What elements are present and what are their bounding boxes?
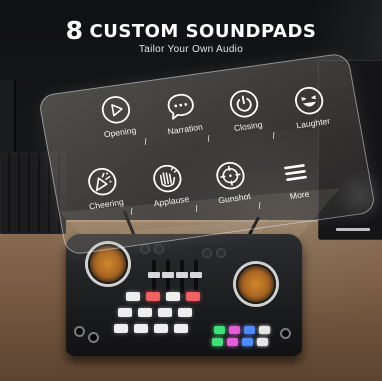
channel-fader <box>190 260 202 294</box>
channel-fader <box>148 260 160 294</box>
mixer-knob <box>154 244 164 254</box>
soundpad-key <box>114 324 128 333</box>
mixer-knob <box>140 244 150 254</box>
soundpad-key <box>138 308 152 317</box>
soundpad-key <box>158 308 172 317</box>
channel-fader <box>176 260 188 294</box>
power-icon <box>229 90 259 118</box>
soundpad-key <box>126 292 140 301</box>
effect-pad <box>257 338 268 346</box>
soundpad-key <box>174 324 188 333</box>
soundpad-key <box>166 292 180 301</box>
right-jog-wheel <box>236 264 276 304</box>
input-jack <box>90 334 97 341</box>
effect-pad <box>212 338 223 346</box>
soundpad-key <box>186 292 200 301</box>
speech-bubble-icon <box>167 93 194 120</box>
party-popper-icon <box>88 168 117 196</box>
input-jack <box>282 330 289 337</box>
headline: 8 CUSTOM SOUNDPADS <box>0 16 382 45</box>
clapping-hands-icon <box>153 164 182 193</box>
laughing-face-icon <box>295 86 324 115</box>
soundpad-key <box>178 308 192 317</box>
subheadline: Tailor Your Own Audio <box>138 44 244 55</box>
mixer-knob <box>216 248 226 258</box>
soundpad-key <box>154 324 168 333</box>
headline-number: 8 <box>65 16 84 45</box>
soundpad-key <box>134 324 148 333</box>
effect-pad <box>244 326 255 334</box>
effect-pad <box>242 338 253 346</box>
mixer-knob <box>202 248 212 258</box>
crosshair-icon <box>216 162 245 190</box>
headline-text: CUSTOM SOUNDPADS <box>89 21 317 42</box>
effect-pad <box>227 338 238 346</box>
effect-pad <box>259 326 270 334</box>
effect-pad <box>229 326 240 334</box>
play-icon <box>101 96 131 124</box>
soundpad-key <box>146 292 160 301</box>
audio-mixer <box>66 210 302 356</box>
product-photo: Opening / Narration / Closing / Laughter… <box>0 0 382 381</box>
effect-pad <box>214 326 225 334</box>
soundpad-key <box>118 308 132 317</box>
menu-icon <box>284 164 307 181</box>
channel-fader <box>162 260 174 294</box>
speaker-brand-mark <box>336 228 370 231</box>
input-jack <box>76 328 83 335</box>
